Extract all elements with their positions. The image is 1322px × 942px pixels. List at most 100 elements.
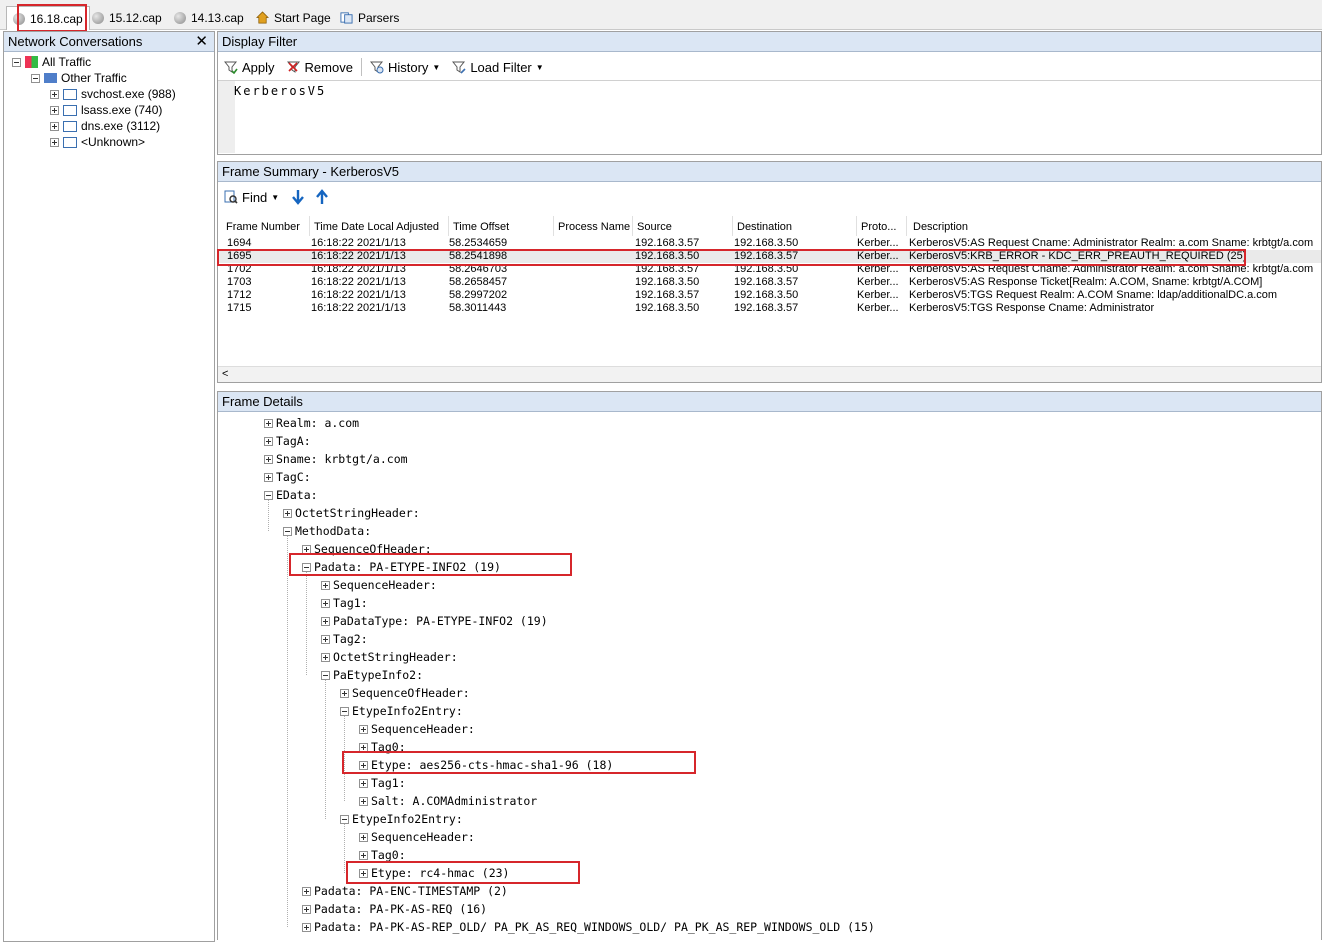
detail-node[interactable]: Padata: PA-ENC-TIMESTAMP (2) xyxy=(302,882,508,900)
detail-node[interactable]: Tag2: xyxy=(321,630,368,648)
expand-icon[interactable] xyxy=(302,904,311,914)
expand-icon[interactable] xyxy=(359,760,368,770)
detail-node[interactable]: SequenceHeader: xyxy=(321,576,437,594)
table-row[interactable]: 1712 16:18:22 2021/1/13 58.2997202 192.168.… xyxy=(218,289,1321,302)
tab-parsers[interactable]: Parsers xyxy=(334,8,405,27)
collapse-icon[interactable] xyxy=(31,73,40,83)
expand-icon[interactable] xyxy=(50,121,59,131)
detail-node[interactable]: MethodData: xyxy=(283,522,371,540)
display-filter-editor[interactable]: KerberosV5 xyxy=(218,80,1321,153)
expand-icon[interactable] xyxy=(340,688,349,698)
detail-node[interactable]: Sname: krbtgt/a.com xyxy=(264,450,408,468)
table-row[interactable]: 1694 16:18:22 2021/1/13 58.2534659 192.168.… xyxy=(218,237,1321,250)
detail-node[interactable]: OctetStringHeader: xyxy=(321,648,458,666)
arrow-down-icon[interactable] xyxy=(291,189,305,205)
detail-node[interactable]: Realm: a.com xyxy=(264,414,359,432)
detail-node[interactable]: Tag0: xyxy=(359,738,406,756)
table-row[interactable]: 1703 16:18:22 2021/1/13 58.2658457 192.168.… xyxy=(218,276,1321,289)
tab-14-13-cap[interactable]: 14.13.cap xyxy=(168,8,250,27)
detail-node[interactable]: Tag1: xyxy=(321,594,368,612)
column-header-process-name[interactable]: Process Name xyxy=(554,216,633,236)
detail-node[interactable]: Padata: PA-ETYPE-INFO2 (19) xyxy=(302,558,501,576)
tree-item-other-traffic[interactable]: Other Traffic xyxy=(31,70,127,86)
horizontal-scrollbar[interactable]: < xyxy=(218,366,1321,382)
table-row[interactable]: 1702 16:18:22 2021/1/13 58.2646703 192.168.… xyxy=(218,263,1321,276)
tree-item-unknown[interactable]: <Unknown> xyxy=(50,134,145,150)
detail-node[interactable]: OctetStringHeader: xyxy=(283,504,420,522)
detail-node[interactable]: Etype: rc4-hmac (23) xyxy=(359,864,509,882)
expand-icon[interactable] xyxy=(264,472,273,482)
collapse-icon[interactable] xyxy=(12,57,21,67)
detail-node[interactable]: Tag1: xyxy=(359,774,406,792)
expand-icon[interactable] xyxy=(264,454,273,464)
scroll-left-arrow-icon[interactable]: < xyxy=(222,367,228,382)
arrow-up-icon[interactable] xyxy=(315,189,329,205)
expand-icon[interactable] xyxy=(321,634,330,644)
column-header-protocol[interactable]: Proto... xyxy=(857,216,907,236)
expand-icon[interactable] xyxy=(321,598,330,608)
detail-node[interactable]: Padata: PA-PK-AS-REQ (16) xyxy=(302,900,487,918)
column-header-frame-number[interactable]: Frame Number xyxy=(222,216,310,236)
detail-node[interactable]: Salt: A.COMAdministrator xyxy=(359,792,537,810)
expand-icon[interactable] xyxy=(264,436,273,446)
table-row[interactable]: 1715 16:18:22 2021/1/13 58.3011443 192.168.… xyxy=(218,302,1321,315)
detail-node[interactable]: Padata: PA-PK-AS-REP_OLD/ PA_PK_AS_REQ_W… xyxy=(302,918,875,936)
column-header-time[interactable]: Time Date Local Adjusted xyxy=(310,216,449,236)
apply-button[interactable]: Apply xyxy=(218,57,281,77)
tab-15-12-cap[interactable]: 15.12.cap xyxy=(86,8,168,27)
expand-icon[interactable] xyxy=(264,418,273,428)
expand-icon[interactable] xyxy=(359,832,368,842)
tree-item-lsass[interactable]: lsass.exe (740) xyxy=(50,102,162,118)
tree-item-all-traffic[interactable]: All Traffic xyxy=(12,54,91,70)
expand-icon[interactable] xyxy=(359,796,368,806)
expand-icon[interactable] xyxy=(302,886,311,896)
column-header-source[interactable]: Source xyxy=(633,216,733,236)
close-icon[interactable]: ✕ xyxy=(195,34,208,50)
detail-node[interactable]: PaEtypeInfo2: xyxy=(321,666,423,684)
column-header-destination[interactable]: Destination xyxy=(733,216,857,236)
expand-icon[interactable] xyxy=(302,922,311,932)
find-button[interactable]: Find ▼ xyxy=(218,187,285,207)
expand-icon[interactable] xyxy=(321,616,330,626)
expand-icon[interactable] xyxy=(321,580,330,590)
expand-icon[interactable] xyxy=(283,508,292,518)
expand-icon[interactable] xyxy=(359,742,368,752)
detail-node[interactable]: EData: xyxy=(264,486,318,504)
table-row[interactable]: 1695 16:18:22 2021/1/13 58.2541898 192.168.… xyxy=(218,250,1321,263)
detail-node[interactable]: TagC: xyxy=(264,468,311,486)
detail-node[interactable]: SequenceHeader: xyxy=(359,720,475,738)
collapse-icon[interactable] xyxy=(283,526,292,536)
expand-icon[interactable] xyxy=(359,778,368,788)
expand-icon[interactable] xyxy=(50,105,59,115)
column-header-time-offset[interactable]: Time Offset xyxy=(449,216,554,236)
collapse-icon[interactable] xyxy=(302,562,311,572)
remove-button[interactable]: Remove xyxy=(281,57,359,77)
detail-node[interactable]: Tag0: xyxy=(359,846,406,864)
detail-node[interactable]: SequenceOfHeader: xyxy=(302,540,432,558)
expand-icon[interactable] xyxy=(50,89,59,99)
detail-node[interactable]: Etype: aes256-cts-hmac-sha1-96 (18) xyxy=(359,756,613,774)
expand-icon[interactable] xyxy=(321,652,330,662)
expand-icon[interactable] xyxy=(359,868,368,878)
expand-icon[interactable] xyxy=(302,544,311,554)
tab-16-18-cap[interactable]: 16.18.cap xyxy=(6,6,90,30)
tab-start-page[interactable]: Start Page xyxy=(250,8,337,27)
detail-node[interactable]: TagA: xyxy=(264,432,311,450)
tree-item-svchost[interactable]: svchost.exe (988) xyxy=(50,86,176,102)
expand-icon[interactable] xyxy=(359,850,368,860)
load-filter-button[interactable]: Load Filter ▼ xyxy=(446,57,549,77)
detail-node[interactable]: SequenceOfHeader: xyxy=(340,684,470,702)
collapse-icon[interactable] xyxy=(321,670,330,680)
detail-node[interactable]: EtypeInfo2Entry: xyxy=(340,702,463,720)
column-header-description[interactable]: Description xyxy=(909,216,1317,236)
expand-icon[interactable] xyxy=(359,724,368,734)
collapse-icon[interactable] xyxy=(340,814,349,824)
tree-item-dns[interactable]: dns.exe (3112) xyxy=(50,118,160,134)
collapse-icon[interactable] xyxy=(264,490,273,500)
expand-icon[interactable] xyxy=(50,137,59,147)
history-button[interactable]: History ▼ xyxy=(364,57,446,77)
collapse-icon[interactable] xyxy=(340,706,349,716)
detail-node[interactable]: EtypeInfo2Entry: xyxy=(340,810,463,828)
detail-node[interactable]: SequenceHeader: xyxy=(359,828,475,846)
detail-node[interactable]: PaDataType: PA-ETYPE-INFO2 (19) xyxy=(321,612,548,630)
